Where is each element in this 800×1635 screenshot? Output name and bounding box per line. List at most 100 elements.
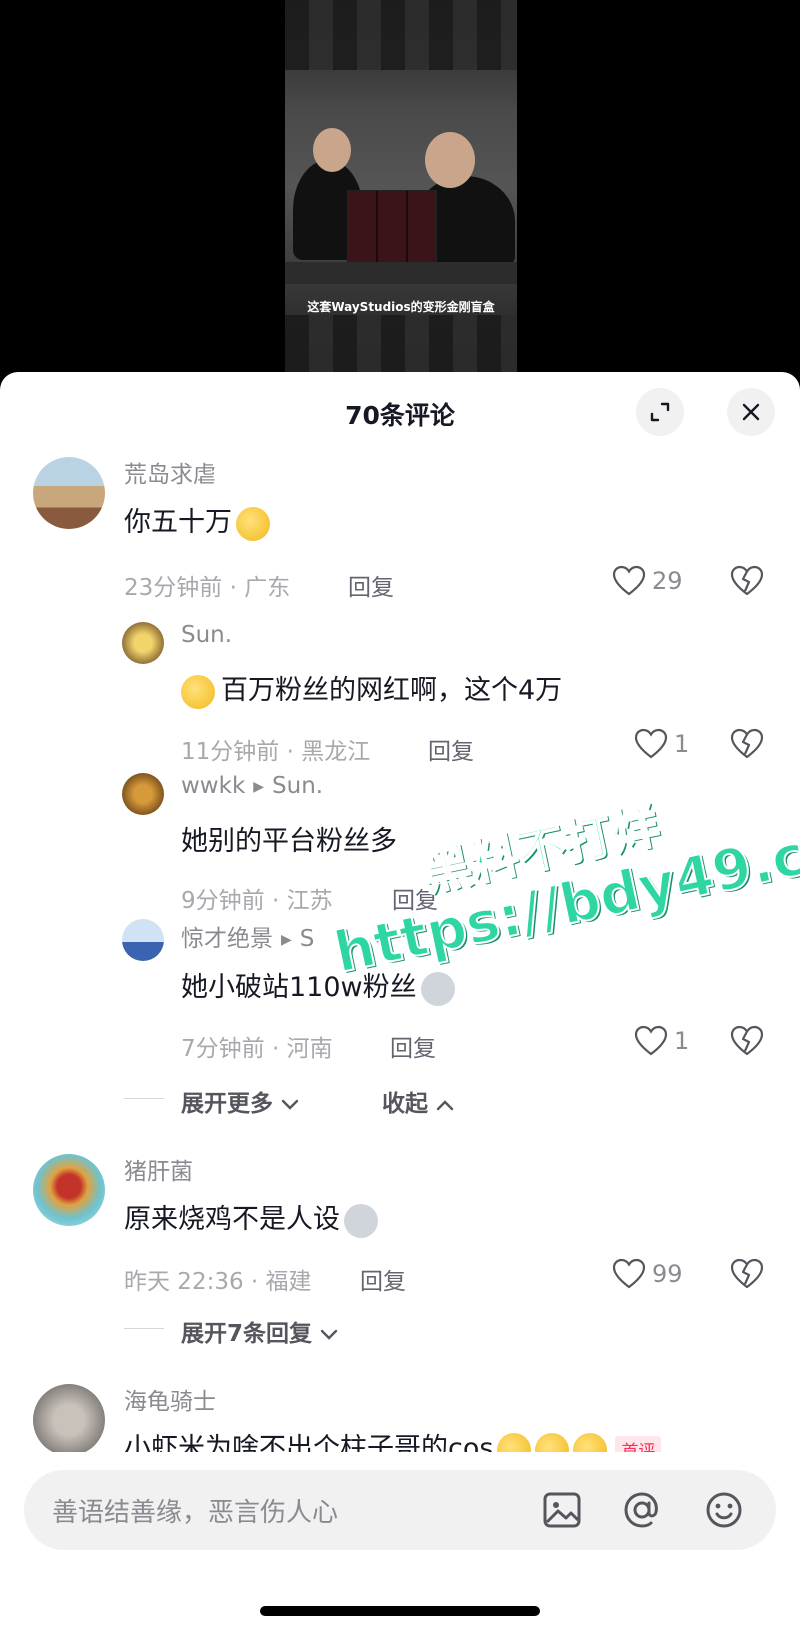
avatar[interactable] <box>33 1384 105 1452</box>
reply-author: 惊才绝景 <box>181 926 273 952</box>
avatar[interactable] <box>122 622 164 664</box>
like-button[interactable]: 99 <box>612 1258 683 1290</box>
dislike-button[interactable] <box>730 1025 764 1061</box>
background-poster-wall-bottom <box>285 315 517 375</box>
comment-location: 福建 <box>265 1269 312 1295</box>
mention-button[interactable] <box>622 1490 662 1530</box>
dislike-button[interactable] <box>730 565 764 601</box>
expand-replies-button[interactable]: 展开7条回复 <box>181 1314 338 1348</box>
comment-location: 广东 <box>244 575 291 601</box>
person-right-head <box>425 132 475 188</box>
comment-username[interactable]: 猪肝菌 <box>124 1152 193 1186</box>
sheet-header: 70条评论 <box>0 372 800 454</box>
comment-input-placeholder[interactable]: 善语结善缘，恶言伤人心 <box>52 1492 338 1529</box>
close-button[interactable] <box>727 388 775 436</box>
video-caption: 这套WayStudios的变形金刚盲盒 <box>307 300 495 314</box>
broken-heart-icon <box>730 1025 764 1056</box>
avatar[interactable] <box>122 919 164 961</box>
image-icon <box>543 1492 581 1528</box>
comment-time: 23分钟前 <box>124 575 223 601</box>
like-count: 99 <box>652 1260 683 1288</box>
comment-time: 7分钟前 <box>181 1036 265 1062</box>
broken-heart-icon <box>730 1258 764 1289</box>
comment-text: 她别的平台粉丝多 <box>181 826 397 857</box>
comment-text: 她小破站110w粉丝 <box>181 965 455 1006</box>
expand-button[interactable] <box>636 388 684 436</box>
comment-meta: 11分钟前 · 黑龙江 <box>181 739 371 765</box>
collapse-button[interactable]: 收起 <box>382 1084 454 1118</box>
heart-icon <box>612 565 646 596</box>
husky-emoji-icon <box>344 1203 378 1238</box>
comment-time: 9分钟前 <box>181 888 265 914</box>
video-thumbnail[interactable]: 这套WayStudios的变形金刚盲盒 <box>285 0 517 375</box>
heart-icon <box>634 1025 668 1056</box>
broken-heart-icon <box>730 728 764 759</box>
reply-button[interactable]: 回复 <box>360 1262 406 1296</box>
play-arrow-icon: ▶ <box>281 931 292 948</box>
expand-replies-label: 展开7条回复 <box>181 1321 313 1347</box>
chevron-up-icon <box>436 1100 454 1111</box>
like-button[interactable]: 1 <box>634 1025 689 1057</box>
dizzy-face-emoji-icon <box>181 674 215 709</box>
comment-text-content: 百万粉丝的网红啊，这个4万 <box>221 675 563 706</box>
blind-box-stack <box>347 190 437 270</box>
comment-text-content: 小虾米为啥不出个柱子哥的cos <box>124 1433 494 1452</box>
chevron-down-icon <box>320 1329 338 1340</box>
comment-username[interactable]: Sun. <box>181 622 232 648</box>
image-button[interactable] <box>542 1490 582 1530</box>
expand-more-label: 展开更多 <box>181 1091 273 1117</box>
comment-time: 昨天 22:36 <box>124 1269 244 1295</box>
comment-meta: 昨天 22:36 · 福建 <box>124 1269 312 1295</box>
expand-more-button[interactable]: 展开更多 <box>181 1084 299 1118</box>
emoji-button[interactable] <box>704 1490 744 1530</box>
pleading-face-emoji-icon <box>497 1432 532 1452</box>
like-button[interactable]: 29 <box>612 565 683 597</box>
comment-username[interactable]: 荒岛求虐 <box>124 455 216 489</box>
table <box>285 262 517 284</box>
expand-icon <box>650 402 670 422</box>
comment-location: 黑龙江 <box>301 739 371 765</box>
reply-button[interactable]: 回复 <box>428 732 474 766</box>
pleading-face-emoji-icon <box>573 1432 608 1452</box>
like-button[interactable]: 1 <box>634 728 689 760</box>
comment-username[interactable]: 惊才绝景 ▶ S <box>181 919 314 953</box>
comment-text-content: 原来烧鸡不是人设 <box>124 1204 340 1235</box>
broken-heart-icon <box>730 565 764 596</box>
person-left-head <box>313 128 351 172</box>
emoji-icon <box>706 1492 742 1528</box>
worried-face-emoji-icon <box>236 506 270 541</box>
close-icon <box>742 403 760 421</box>
home-indicator[interactable] <box>260 1606 540 1616</box>
avatar[interactable] <box>33 457 105 529</box>
like-count: 1 <box>674 730 690 758</box>
dislike-button[interactable] <box>730 1258 764 1294</box>
dislike-button[interactable] <box>730 728 764 764</box>
avatar[interactable] <box>33 1154 105 1226</box>
comment-meta: 9分钟前 · 江苏 <box>181 888 333 914</box>
reply-target: S <box>299 926 315 952</box>
comment-meta: 23分钟前 · 广东 <box>124 575 291 601</box>
comment-username[interactable]: wwkk ▶ Sun. <box>181 773 323 799</box>
avatar[interactable] <box>122 773 164 815</box>
at-icon <box>624 1492 658 1528</box>
pleading-face-emoji-icon <box>535 1432 570 1452</box>
comment-item: 海龟骑士 小虾米为啥不出个柱子哥的cos 首评 <box>0 1382 800 1452</box>
husky-emoji-icon <box>420 971 455 1006</box>
heart-icon <box>612 1258 646 1289</box>
reply-button[interactable]: 回复 <box>390 1029 436 1063</box>
comment-username[interactable]: 海龟骑士 <box>124 1382 216 1416</box>
reply-author: wwkk <box>181 773 246 799</box>
chevron-down-icon <box>281 1099 299 1110</box>
reply-button[interactable]: 回复 <box>348 568 394 602</box>
comment-text: 小虾米为啥不出个柱子哥的cos 首评 <box>124 1426 662 1452</box>
comment-time: 11分钟前 <box>181 739 280 765</box>
like-count: 1 <box>674 1027 690 1055</box>
video-player[interactable]: 这套WayStudios的变形金刚盲盒 <box>0 0 800 375</box>
collapse-label: 收起 <box>382 1091 428 1117</box>
comment-location: 江苏 <box>286 888 333 914</box>
comment-text: 你五十万 <box>124 500 270 541</box>
comment-input-bar[interactable]: 善语结善缘，恶言伤人心 <box>24 1470 776 1550</box>
reply-target: Sun. <box>272 773 324 799</box>
expand-divider <box>124 1098 164 1099</box>
background-poster-wall <box>285 0 517 70</box>
